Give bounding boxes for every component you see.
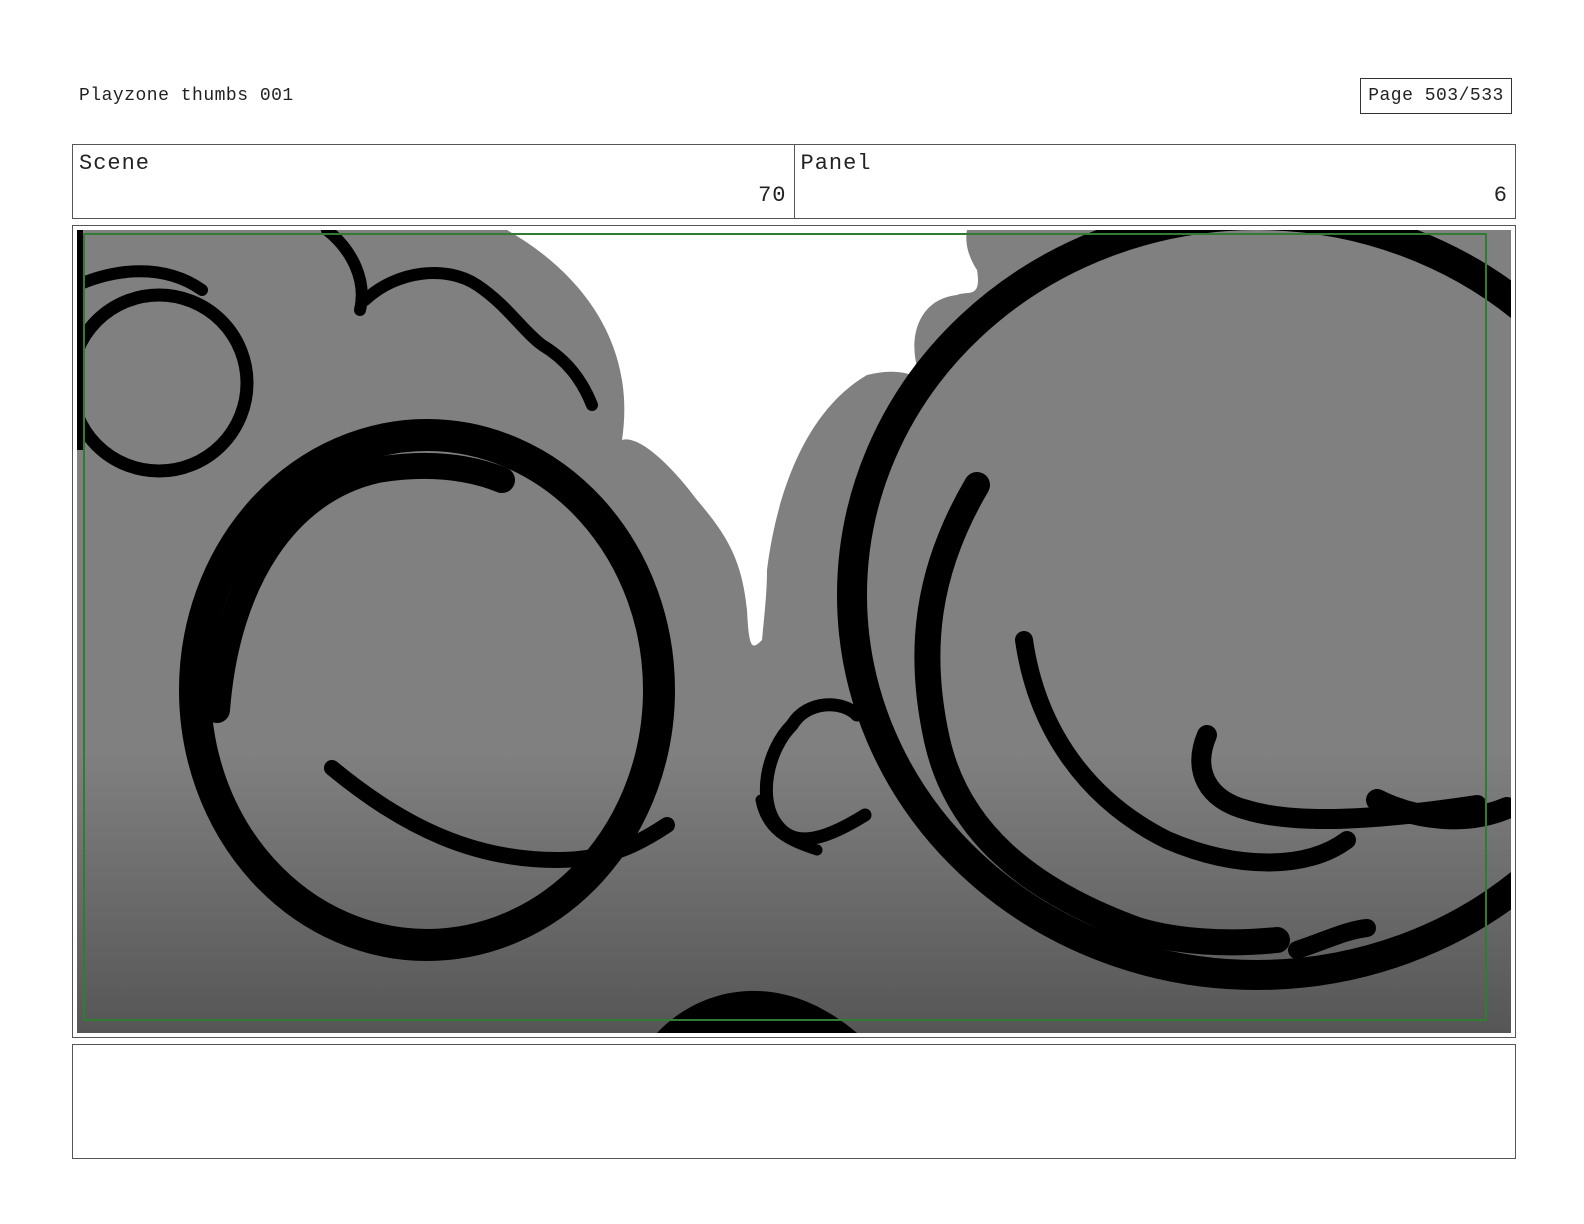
panel-label: Panel [800,151,872,176]
notes-box[interactable] [72,1044,1516,1159]
storyboard-drawing [77,230,1511,1033]
panel-number: 6 [1493,183,1508,208]
page-number: Page 503/533 [1360,78,1512,114]
scene-label: Scene [79,151,151,176]
document-title: Playzone thumbs 001 [79,86,294,106]
scene-cell: Scene 70 [73,145,794,218]
scene-panel-info: Scene 70 Panel 6 [72,144,1516,219]
scene-number: 70 [758,183,787,208]
storyboard-frame [72,225,1516,1038]
panel-cell: Panel 6 [793,145,1516,218]
